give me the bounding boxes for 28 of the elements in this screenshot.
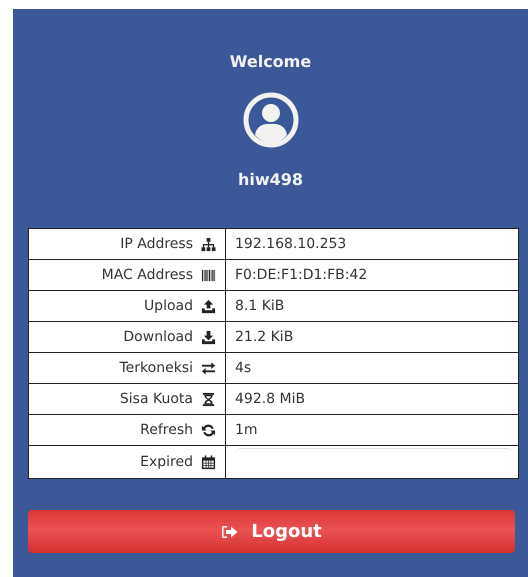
row-value: 21.2 KiB (235, 329, 294, 345)
exchange-icon (201, 360, 216, 376)
upload-icon (201, 298, 216, 314)
download-icon (201, 330, 216, 344)
welcome-heading: Welcome (230, 52, 312, 72)
row-value: 492.8 MiB (235, 391, 306, 407)
user-avatar-icon (242, 92, 298, 148)
hourglass-icon (201, 392, 216, 406)
row-label: MAC Address (102, 267, 193, 283)
logout-icon (221, 524, 240, 538)
username: hiw498 (238, 170, 304, 190)
row-label: Upload (144, 298, 193, 314)
row-label: Download (123, 329, 193, 345)
row-value: 8.1 KiB (235, 298, 284, 314)
calendar-icon (201, 454, 216, 470)
row-label: Expired (140, 454, 193, 470)
row-label: Sisa Kuota (120, 391, 193, 407)
row-label: Refresh (140, 422, 193, 438)
row-value: 4s (235, 360, 252, 376)
logout-button[interactable]: Logout (28, 510, 515, 553)
row-label: IP Address (120, 236, 193, 252)
barcode-icon (201, 268, 216, 282)
refresh-icon (201, 422, 216, 438)
network-icon (201, 236, 216, 252)
row-value: 192.168.10.253 (235, 236, 346, 252)
row-value: 1m (235, 422, 258, 438)
row-label: Terkoneksi (120, 360, 193, 376)
row-value: F0:DE:F1:D1:FB:42 (235, 267, 368, 283)
